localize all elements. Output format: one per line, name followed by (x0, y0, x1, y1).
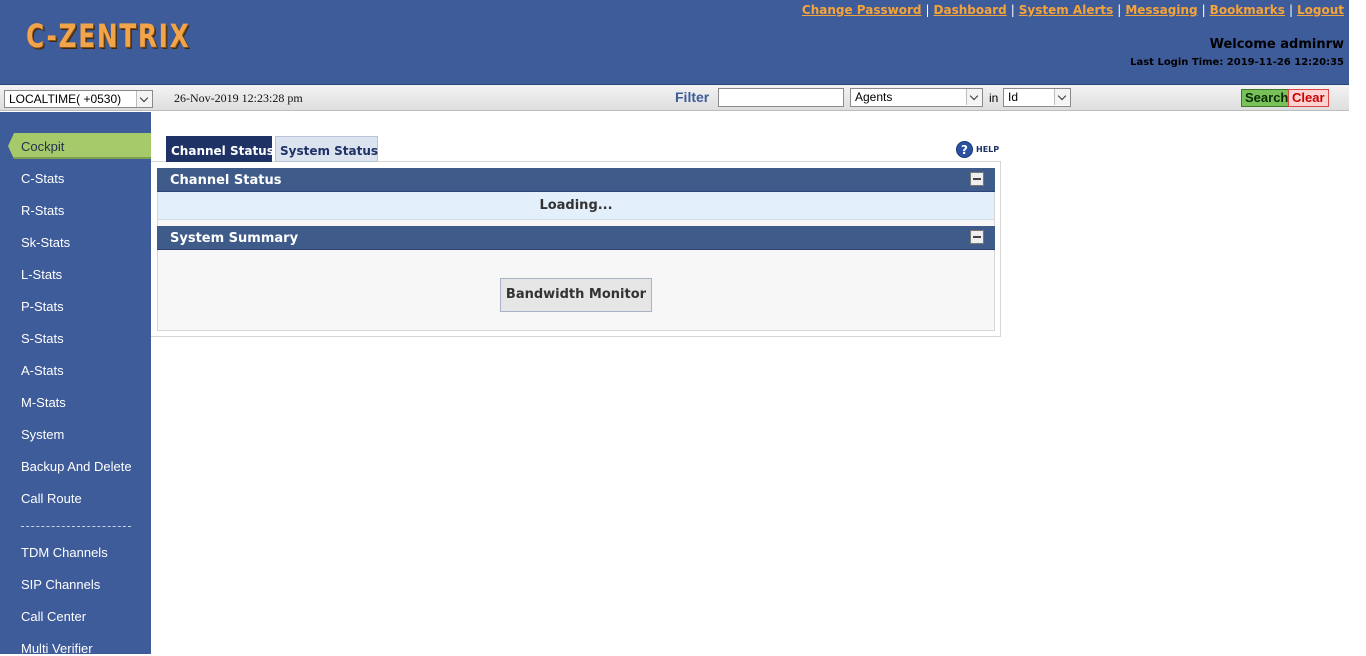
minimize-icon[interactable] (970, 230, 984, 244)
filter-input[interactable] (718, 88, 844, 107)
help-icon: ? (956, 140, 973, 158)
logo: C-ZENTRIX (26, 17, 191, 55)
chevron-down-icon (136, 91, 152, 107)
chevron-down-icon (966, 89, 982, 105)
system-alerts-link[interactable]: System Alerts (1019, 3, 1114, 17)
top-links: Change Password | Dashboard | System Alerts |… (801, 3, 1344, 17)
app-header: C-ZENTRIX Change Password | Dashboard | Syst… (0, 0, 1349, 85)
field-select[interactable]: Id (1003, 88, 1071, 107)
category-value: Agents (855, 90, 893, 104)
sidebar-item-p-stats[interactable]: P-Stats (21, 299, 64, 314)
channel-status-header: Channel Status (157, 168, 995, 192)
sidebar-item-cockpit[interactable]: Cockpit (8, 133, 151, 159)
dashboard-link[interactable]: Dashboard (934, 3, 1007, 17)
sidebar-item-sk-stats[interactable]: Sk-Stats (21, 235, 70, 250)
sidebar-item-label: Cockpit (21, 139, 65, 154)
timezone-value: LOCALTIME( +0530) (9, 92, 122, 106)
help-label: HELP (976, 144, 1000, 154)
sidebar-item-system[interactable]: System (21, 427, 64, 442)
section-title: Channel Status (170, 173, 282, 188)
timezone-select[interactable]: LOCALTIME( +0530) (4, 90, 153, 108)
current-datetime: 26-Nov-2019 12:23:28 pm (174, 91, 303, 105)
messaging-link[interactable]: Messaging (1125, 3, 1197, 17)
category-select[interactable]: Agents (850, 88, 983, 107)
sidebar-item-tdm-channels[interactable]: TDM Channels (21, 545, 108, 560)
sidebar-divider (21, 526, 131, 527)
last-login-text: Last Login Time: 2019-11-26 12:20:35 (1130, 57, 1344, 68)
sidebar-item-m-stats[interactable]: M-Stats (21, 395, 66, 410)
minimize-icon[interactable] (970, 172, 984, 186)
sidebar: Cockpit C-Stats R-Stats Sk-Stats L-Stats… (0, 112, 151, 656)
field-value: Id (1008, 90, 1019, 104)
loading-indicator: Loading... (158, 192, 994, 220)
sidebar-item-backup-and-delete[interactable]: Backup And Delete (21, 459, 132, 474)
welcome-text: Welcome adminrw (1209, 37, 1344, 52)
toolbar: LOCALTIME( +0530) 26-Nov-2019 12:23:28 p… (0, 85, 1349, 111)
sidebar-item-c-stats[interactable]: C-Stats (21, 171, 64, 186)
bandwidth-monitor-button[interactable]: Bandwidth Monitor (500, 278, 652, 312)
sidebar-item-r-stats[interactable]: R-Stats (21, 203, 64, 218)
tab-system-status[interactable]: System Status (275, 136, 378, 162)
sidebar-item-l-stats[interactable]: L-Stats (21, 267, 62, 282)
sidebar-item-a-stats[interactable]: A-Stats (21, 363, 64, 378)
search-button[interactable]: Search (1241, 89, 1293, 107)
logout-link[interactable]: Logout (1297, 3, 1344, 17)
sidebar-item-call-center[interactable]: Call Center (21, 609, 86, 624)
sidebar-item-sip-channels[interactable]: SIP Channels (21, 577, 100, 592)
in-label: in (989, 91, 999, 105)
section-title: System Summary (170, 231, 299, 246)
tab-channel-status[interactable]: Channel Status (166, 136, 274, 162)
sidebar-item-call-route[interactable]: Call Route (21, 491, 82, 506)
sidebar-item-s-stats[interactable]: S-Stats (21, 331, 64, 346)
system-summary-header: System Summary (157, 226, 995, 250)
filter-label: Filter (675, 89, 710, 105)
bookmarks-link[interactable]: Bookmarks (1210, 3, 1285, 17)
help-button[interactable]: ? HELP (956, 140, 999, 158)
change-password-link[interactable]: Change Password (802, 3, 922, 17)
clear-button[interactable]: Clear (1288, 89, 1329, 107)
chevron-down-icon (1054, 89, 1070, 105)
